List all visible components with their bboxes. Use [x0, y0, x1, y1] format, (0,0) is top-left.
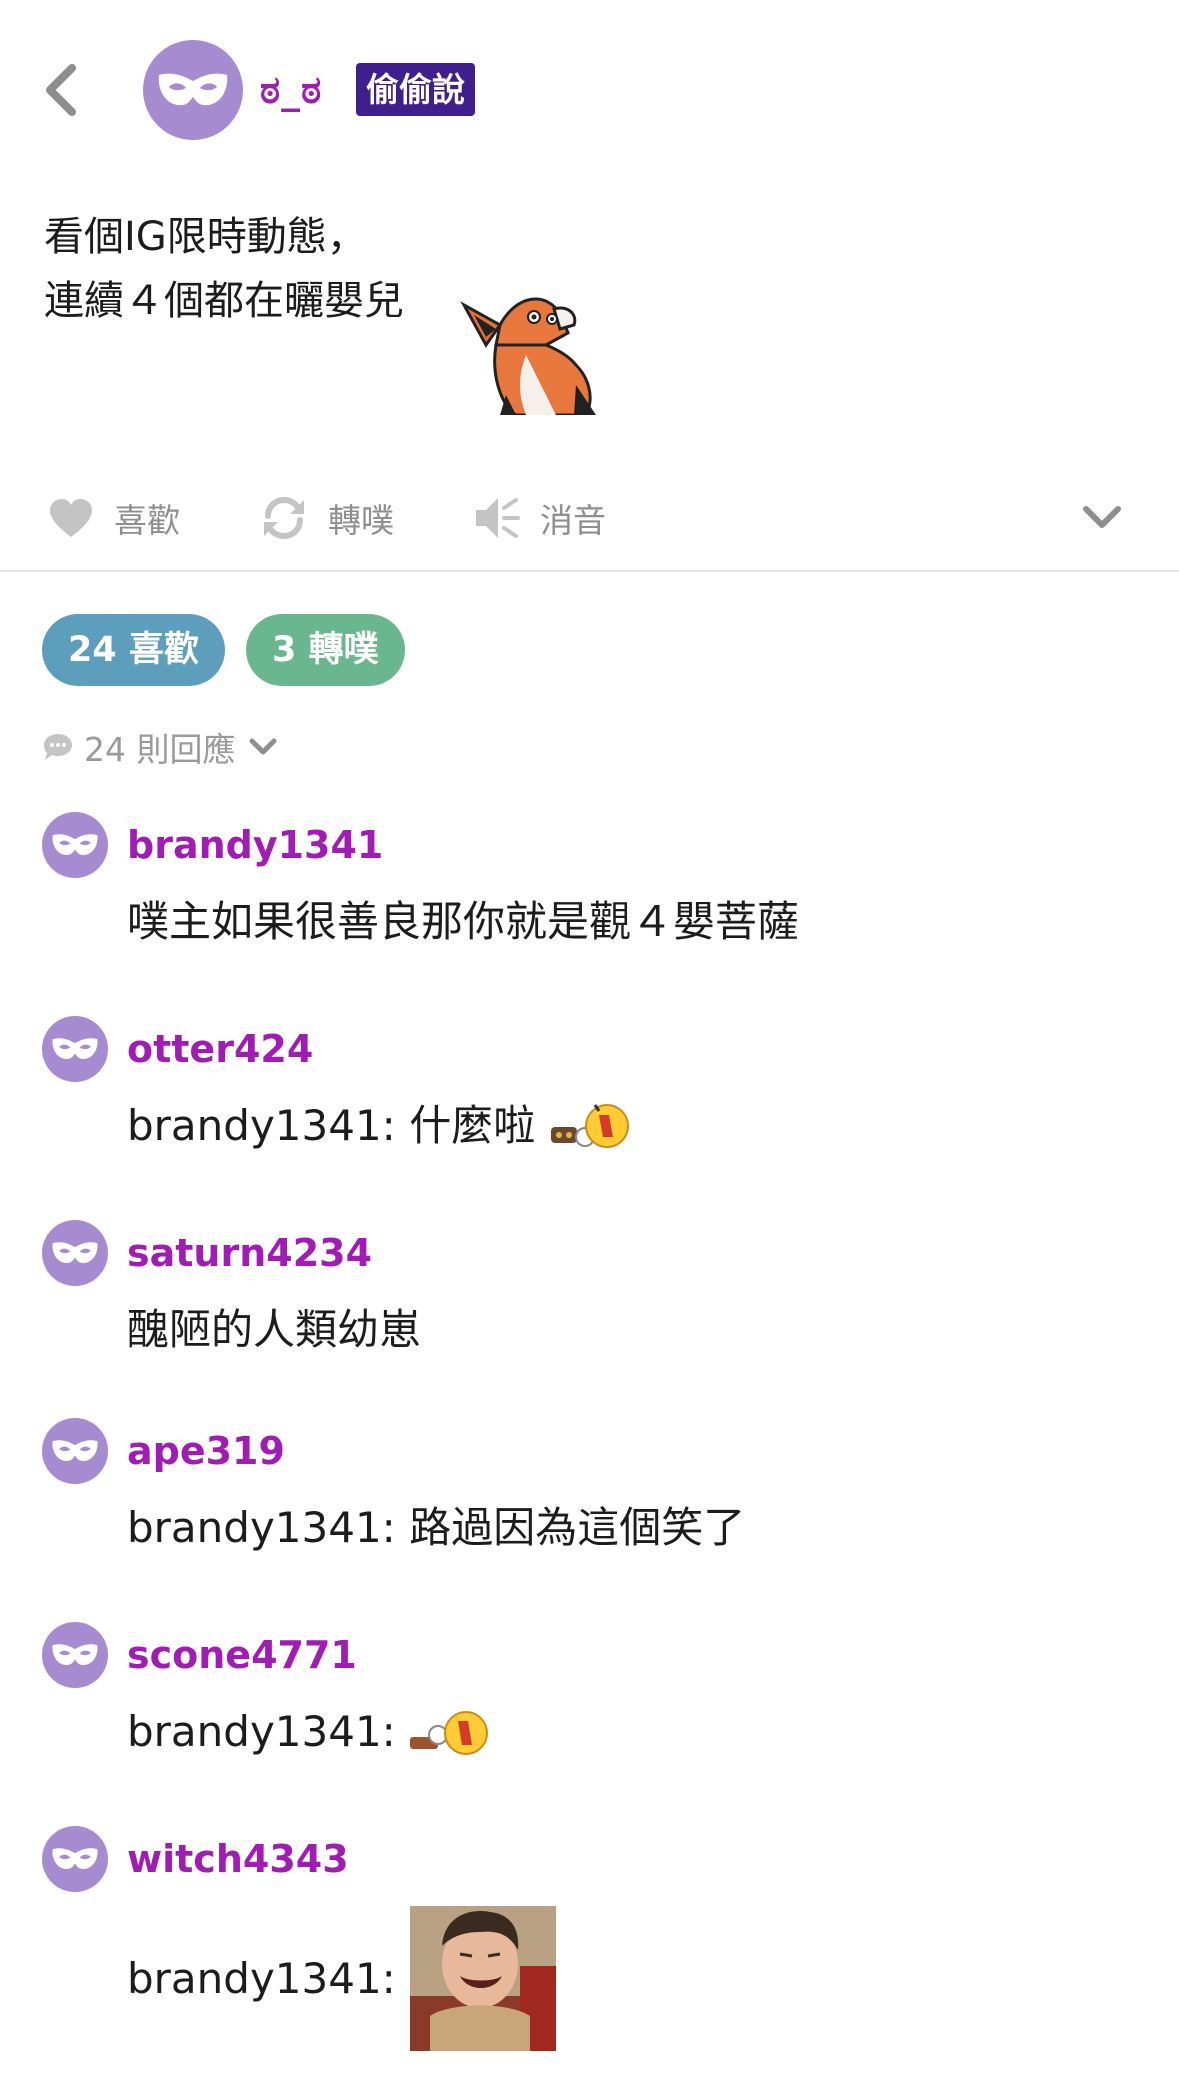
chevron-down-icon — [1083, 506, 1121, 528]
mask-icon — [158, 73, 228, 106]
comment-item: otter424 brandy1341: 什麼啦 — [0, 1016, 1179, 1216]
poster-username[interactable]: ಠ_ಠ — [260, 66, 322, 114]
comment-text-content: 噗主如果很善良那你就是觀４嬰菩薩 — [127, 897, 800, 946]
heart-icon — [50, 499, 92, 537]
comment-text-content: brandy1341: 什麼啦 — [127, 1101, 536, 1150]
more-options-button[interactable] — [1082, 488, 1142, 548]
laugh-emoticon-icon — [409, 1711, 488, 1755]
mask-icon — [52, 1038, 98, 1059]
comment-username[interactable]: saturn4234 — [127, 1228, 372, 1278]
mask-icon — [52, 1440, 98, 1461]
fox-sticker — [460, 297, 596, 415]
comment-text: brandy1341: — [127, 1906, 556, 2051]
comment-item: ape319 brandy1341: 路過因為這個笑了 — [0, 1418, 1179, 1618]
refresh-icon — [264, 496, 304, 540]
mask-icon — [52, 1848, 98, 1869]
laughing-person-image[interactable] — [409, 1906, 556, 2051]
mute-button[interactable]: 消音 — [474, 488, 606, 548]
comment-username[interactable]: ape319 — [127, 1426, 285, 1476]
likes-count-pill[interactable]: 24 喜歡 — [42, 614, 225, 686]
comment-username[interactable]: scone4771 — [127, 1630, 357, 1680]
comment-item: brandy1341 噗主如果很善良那你就是觀４嬰菩薩 — [0, 812, 1179, 1012]
responses-toggle[interactable]: 24 則回應 — [42, 722, 277, 772]
post-line-2: 連續４個都在曬嬰兒 — [44, 278, 404, 324]
back-chevron-icon[interactable] — [40, 62, 84, 118]
mask-icon — [52, 1644, 98, 1665]
post-content: 看個IG限時動態， 連續４個都在曬嬰兒 — [44, 205, 404, 333]
comment-avatar[interactable] — [42, 1622, 108, 1688]
speaker-mute-icon — [476, 498, 520, 538]
comment-item: saturn4234 醜陋的人類幼崽 — [0, 1220, 1179, 1420]
comment-avatar[interactable] — [42, 1016, 108, 1082]
chevron-down-icon — [249, 738, 277, 755]
comment-username[interactable]: brandy1341 — [127, 820, 383, 870]
comment-username[interactable]: otter424 — [127, 1024, 313, 1074]
comment-avatar[interactable] — [42, 1826, 108, 1892]
comment-text: brandy1341: 什麼啦 — [127, 1096, 631, 1156]
anonymous-badge: 偷偷說 — [356, 63, 475, 116]
comment-text: 噗主如果很善良那你就是觀４嬰菩薩 — [127, 892, 799, 952]
comment-text: brandy1341: 路過因為這個笑了 — [127, 1498, 745, 1558]
speech-bubble-icon — [44, 734, 72, 760]
comment-text-content: brandy1341: 路過因為這個笑了 — [127, 1503, 746, 1552]
mute-label: 消音 — [540, 501, 606, 540]
post-action-bar: 喜歡 轉噗 消音 — [0, 478, 1179, 558]
comment-text: 醜陋的人類幼崽 — [127, 1300, 421, 1360]
comment-item: witch4343 brandy1341: — [0, 1826, 1179, 2076]
replurk-button[interactable]: 轉噗 — [260, 488, 394, 548]
mask-icon — [52, 834, 98, 855]
replurk-label: 轉噗 — [328, 501, 394, 540]
divider — [0, 570, 1179, 572]
comment-avatar[interactable] — [42, 812, 108, 878]
comment-item: scone4771 brandy1341: — [0, 1622, 1179, 1822]
comment-avatar[interactable] — [42, 1418, 108, 1484]
comment-username[interactable]: witch4343 — [127, 1834, 349, 1884]
like-button[interactable]: 喜歡 — [48, 488, 180, 548]
comment-text-content: 醜陋的人類幼崽 — [127, 1305, 422, 1354]
like-label: 喜歡 — [114, 501, 180, 540]
comment-text-content: brandy1341: — [127, 1707, 396, 1756]
responses-count: 24 則回應 — [84, 730, 236, 769]
comment-avatar[interactable] — [42, 1220, 108, 1286]
post-line-1: 看個IG限時動態， — [44, 214, 367, 260]
replurks-count-pill[interactable]: 3 轉噗 — [246, 614, 405, 686]
comment-text-content: brandy1341: — [127, 1953, 396, 2003]
poster-avatar[interactable] — [143, 40, 243, 140]
laugh-emoticon-icon — [551, 1104, 630, 1148]
comment-text: brandy1341: — [127, 1702, 492, 1762]
mask-icon — [52, 1242, 98, 1263]
